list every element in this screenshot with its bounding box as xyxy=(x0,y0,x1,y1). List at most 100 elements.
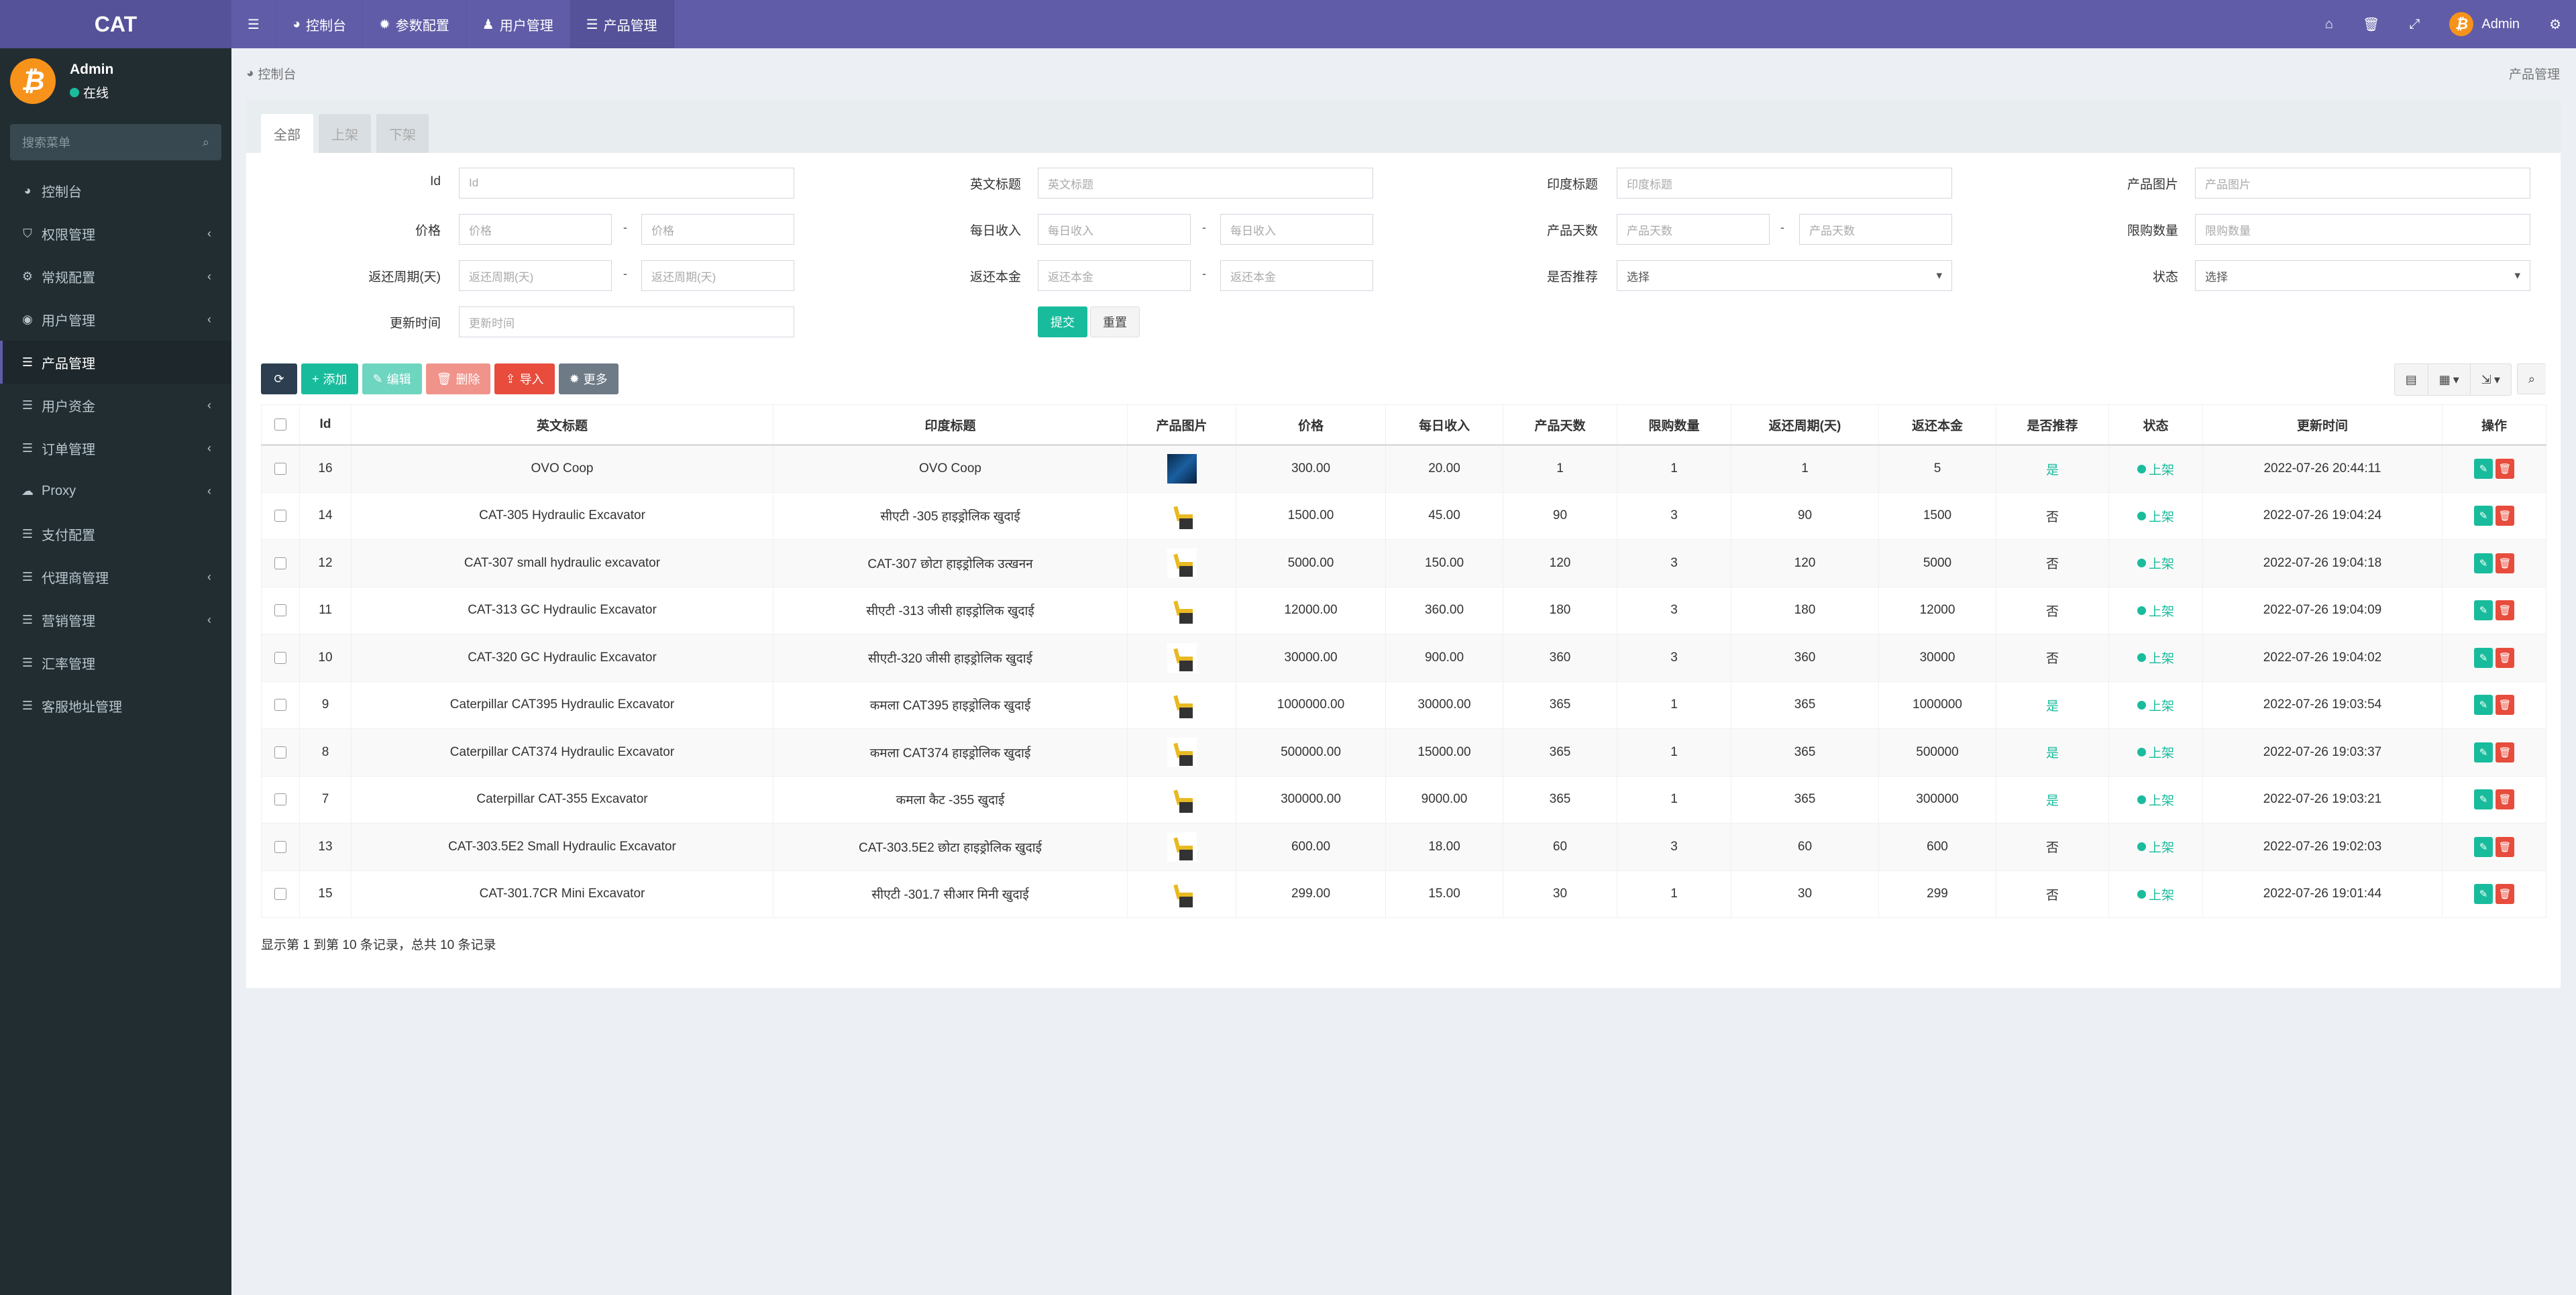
status-badge[interactable]: 上架 xyxy=(2137,649,2174,667)
column-header-cycle[interactable]: 返还周期(天) xyxy=(1731,404,1879,446)
delete-button[interactable]: 🗑 删除 xyxy=(425,363,491,394)
clear-cache-button[interactable]: 🗑 xyxy=(2348,0,2394,48)
status-badge[interactable]: 上架 xyxy=(2137,602,2174,620)
fullscreen-button[interactable]: ⤢ xyxy=(2394,0,2434,48)
row-edit-button[interactable]: ✎ xyxy=(2474,506,2493,526)
product-thumbnail[interactable] xyxy=(1167,832,1197,862)
status-badge[interactable]: 上架 xyxy=(2137,507,2174,525)
row-delete-button[interactable]: 🗑 xyxy=(2496,742,2514,763)
status-badge[interactable]: 上架 xyxy=(2137,554,2174,572)
edit-button[interactable]: ✎ 编辑 xyxy=(362,363,422,394)
status-badge[interactable]: 上架 xyxy=(2137,460,2174,478)
filter-daily-min-input[interactable]: 每日收入 xyxy=(1038,214,1191,245)
column-header-image[interactable]: 产品图片 xyxy=(1127,404,1236,446)
sidebar-item-exchange-rate[interactable]: ☰ 汇率管理 xyxy=(0,641,231,684)
row-checkbox[interactable] xyxy=(274,793,286,806)
filter-price-max-input[interactable]: 价格 xyxy=(641,214,794,245)
table-row[interactable]: 15 CAT-301.7CR Mini Excavator सीएटी -301.7… xyxy=(261,870,2546,918)
row-edit-button[interactable]: ✎ xyxy=(2474,600,2493,621)
breadcrumb-link[interactable]: 控制台 xyxy=(258,64,296,82)
row-delete-button[interactable]: 🗑 xyxy=(2496,600,2514,621)
filter-principal-min-input[interactable]: 返还本金 xyxy=(1038,260,1191,291)
table-row[interactable]: 10 CAT-320 GC Hydraulic Excavator सीएटी-32… xyxy=(261,634,2546,682)
table-row[interactable]: 16 OVO Coop OVO Coop 300.00 20.00 1 1 1 5 是上架 2022… xyxy=(261,445,2546,493)
topnav-item-users[interactable]: ♟ 用户管理 xyxy=(466,0,570,48)
product-thumbnail[interactable] xyxy=(1167,501,1197,531)
sidebar-item-products[interactable]: ☰ 产品管理 xyxy=(0,341,231,384)
user-menu[interactable]: ₿ Admin xyxy=(2434,0,2534,48)
topnav-item-dashboard[interactable]: ◕ 控制台 xyxy=(276,0,364,48)
filter-id-input[interactable]: Id xyxy=(459,168,794,199)
app-logo[interactable]: CAT xyxy=(0,0,231,48)
sidebar-item-proxy[interactable]: ☁ Proxy ‹ xyxy=(0,469,231,512)
row-checkbox[interactable] xyxy=(274,557,286,569)
product-thumbnail[interactable] xyxy=(1167,596,1197,626)
row-checkbox[interactable] xyxy=(274,463,286,475)
sidebar-toggle-button[interactable]: ☰ xyxy=(231,0,276,48)
more-button[interactable]: ✹ 更多 xyxy=(558,363,619,394)
tab-off-shelf[interactable]: 下架 xyxy=(376,114,429,153)
home-button[interactable]: ⌂ xyxy=(2310,0,2348,48)
product-thumbnail[interactable] xyxy=(1167,454,1197,484)
filter-price-min-input[interactable]: 价格 xyxy=(459,214,612,245)
filter-principal-max-input[interactable]: 返还本金 xyxy=(1220,260,1373,291)
column-header-en-title[interactable]: 英文标题 xyxy=(351,404,773,446)
column-header-in-title[interactable]: 印度标题 xyxy=(773,404,1128,446)
status-badge[interactable]: 上架 xyxy=(2137,791,2174,809)
select-all-checkbox[interactable] xyxy=(274,418,286,431)
reset-button[interactable]: 重置 xyxy=(1090,306,1140,337)
sidebar-item-dashboard[interactable]: ◕ 控制台 xyxy=(0,169,231,212)
submit-button[interactable]: 提交 xyxy=(1038,306,1087,337)
filter-daily-max-input[interactable]: 每日收入 xyxy=(1220,214,1373,245)
row-edit-button[interactable]: ✎ xyxy=(2474,884,2493,905)
topnav-item-params[interactable]: ✹ 参数配置 xyxy=(363,0,466,48)
status-badge[interactable]: 上架 xyxy=(2137,838,2174,856)
refresh-button[interactable]: ⟳ xyxy=(261,363,297,394)
row-checkbox[interactable] xyxy=(274,651,286,664)
table-row[interactable]: 14 CAT-305 Hydraulic Excavator सीएटी -305 … xyxy=(261,492,2546,540)
add-button[interactable]: + 添加 xyxy=(301,363,358,394)
export-dropdown-button[interactable]: ⇲ ▾ xyxy=(2471,364,2511,395)
sidebar-item-marketing[interactable]: ☰ 营销管理 ‹ xyxy=(0,598,231,641)
filter-cycle-min-input[interactable]: 返还周期(天) xyxy=(459,260,612,291)
row-delete-button[interactable]: 🗑 xyxy=(2496,836,2514,857)
table-row[interactable]: 12 CAT-307 small hydraulic excavator CAT-3… xyxy=(261,539,2546,587)
menu-search-input[interactable]: 搜索菜单 ⌕ xyxy=(10,124,221,160)
filter-days-max-input[interactable]: 产品天数 xyxy=(1799,214,1952,245)
tab-all[interactable]: 全部 xyxy=(261,114,313,153)
settings-button[interactable]: ⚙ xyxy=(2534,0,2576,48)
column-header-status[interactable]: 状态 xyxy=(2108,404,2203,446)
recommend-value[interactable]: 是 xyxy=(2046,746,2059,761)
row-delete-button[interactable]: 🗑 xyxy=(2496,789,2514,810)
row-checkbox[interactable] xyxy=(274,840,286,853)
row-delete-button[interactable]: 🗑 xyxy=(2496,459,2514,480)
table-row[interactable]: 13 CAT-303.5E2 Small Hydraulic Excavator C… xyxy=(261,823,2546,871)
sidebar-item-permissions[interactable]: ⛉ 权限管理 ‹ xyxy=(0,212,231,255)
table-row[interactable]: 8 Caterpillar CAT374 Hydraulic Excavator क… xyxy=(261,728,2546,777)
row-edit-button[interactable]: ✎ xyxy=(2474,695,2493,716)
topnav-item-products[interactable]: ☰ 产品管理 xyxy=(570,0,674,48)
column-header-recommend[interactable]: 是否推荐 xyxy=(1996,404,2109,446)
row-edit-button[interactable]: ✎ xyxy=(2474,742,2493,763)
tab-on-shelf[interactable]: 上架 xyxy=(319,114,371,153)
filter-days-min-input[interactable]: 产品天数 xyxy=(1617,214,1770,245)
row-edit-button[interactable]: ✎ xyxy=(2474,836,2493,857)
filter-limit-input[interactable]: 限购数量 xyxy=(2195,214,2530,245)
status-badge[interactable]: 上架 xyxy=(2137,885,2174,903)
filter-en-title-input[interactable]: 英文标题 xyxy=(1038,168,1373,199)
row-checkbox[interactable] xyxy=(274,699,286,712)
columns-dropdown-button[interactable]: ▦ ▾ xyxy=(2428,364,2471,395)
column-header-daily[interactable]: 每日收入 xyxy=(1385,404,1503,446)
row-edit-button[interactable]: ✎ xyxy=(2474,459,2493,480)
row-delete-button[interactable]: 🗑 xyxy=(2496,884,2514,905)
toggle-card-view-button[interactable]: ▤ xyxy=(2395,364,2428,395)
table-row[interactable]: 7 Caterpillar CAT-355 Excavator कमला कैट -… xyxy=(261,775,2546,824)
row-checkbox[interactable] xyxy=(274,510,286,522)
product-thumbnail[interactable] xyxy=(1167,642,1197,673)
row-checkbox[interactable] xyxy=(274,604,286,617)
row-delete-button[interactable]: 🗑 xyxy=(2496,553,2514,573)
status-badge[interactable]: 上架 xyxy=(2137,743,2174,761)
filter-updated-input[interactable]: 更新时间 xyxy=(459,306,794,337)
sidebar-item-users[interactable]: ◉ 用户管理 ‹ xyxy=(0,298,231,341)
table-row[interactable]: 11 CAT-313 GC Hydraulic Excavator सीएटी -3… xyxy=(261,586,2546,634)
